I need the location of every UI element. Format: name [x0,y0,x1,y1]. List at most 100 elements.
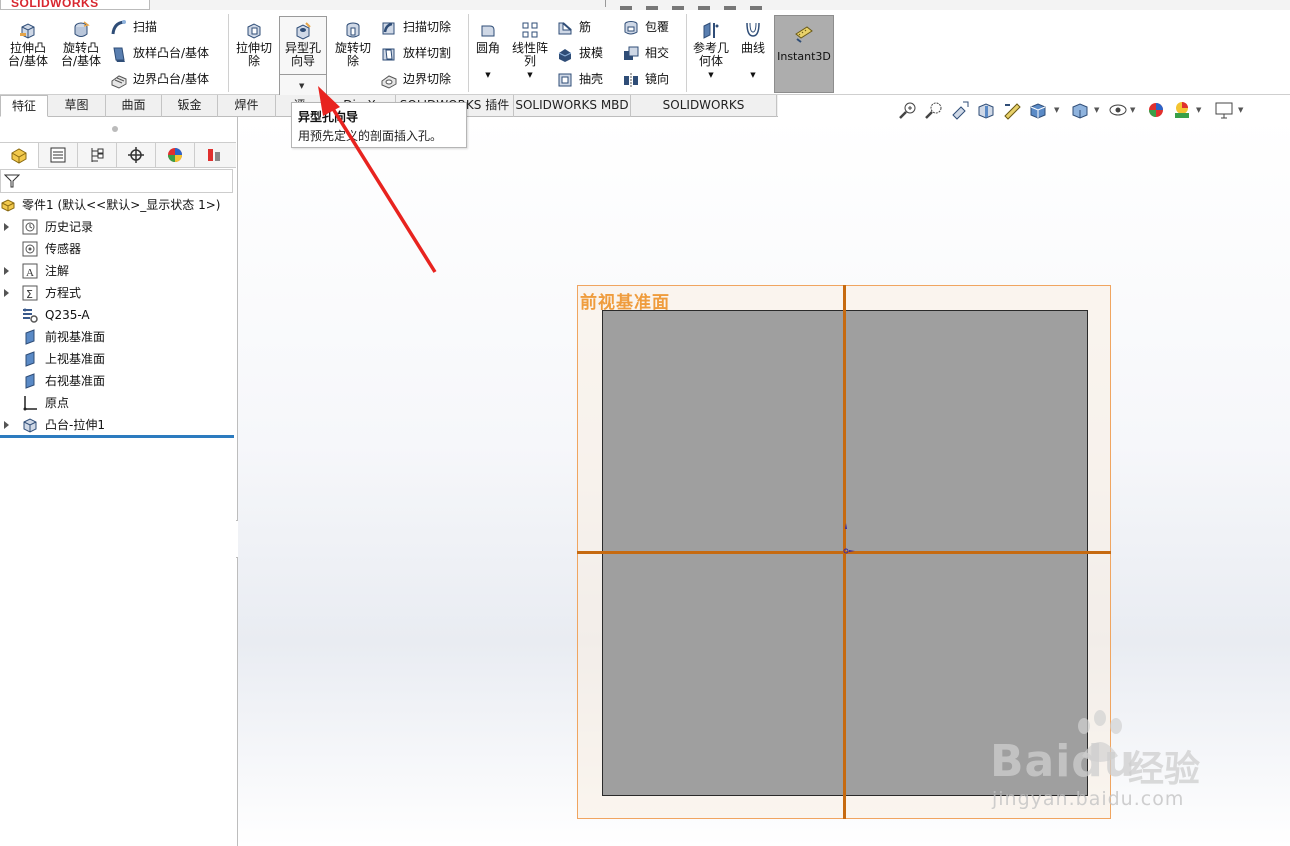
plane-icon [25,373,35,389]
lofted-cut-button[interactable]: 放样切割 [380,42,451,64]
previous-view-icon[interactable] [950,100,970,120]
tree-item-top-plane[interactable]: 上视基准面 [0,348,236,370]
wrap-icon [624,20,638,34]
wrap-button[interactable]: 包覆 [622,16,669,38]
tree-item-material[interactable]: Q235-A [0,304,236,326]
dynamic-annotation-icon[interactable] [1002,100,1022,120]
logo-text: SOLIDWORKS [11,0,99,10]
mirror-button[interactable]: 镜向 [622,68,669,90]
tree-item-label: 前视基准面 [45,330,106,344]
rib-button[interactable]: 筋 [556,16,591,38]
tree-item-right-plane[interactable]: 右视基准面 [0,370,236,392]
chevron-down-icon: ▼ [750,71,756,79]
tree-item-history[interactable]: 历史记录 [0,216,236,238]
feature-tree-tab[interactable] [0,143,39,168]
chevron-down-icon: ▼ [708,71,714,79]
dimxpert-manager-tab[interactable] [117,143,156,168]
revolve-cut-icon [346,22,360,38]
tree-part-root[interactable]: 零件1 (默认<<默认>_显示状态 1>) [0,194,236,216]
loft-boss-button[interactable]: 放样凸台/基体 [110,42,209,64]
sweep-button[interactable]: 扫描 [110,16,157,38]
curves-button[interactable]: 曲线 ▼ [736,16,770,82]
extrude-boss-button[interactable]: 拉伸凸 台/基体 [4,16,52,68]
tab-surfaces[interactable]: 曲面 [106,95,162,117]
chevron-down-icon[interactable]: ▼ [1130,106,1135,114]
hole-wizard-dropdown[interactable]: ▼ [279,74,327,96]
ribbon-separator [468,14,469,92]
chevron-down-icon[interactable]: ▼ [1094,106,1099,114]
rollback-bar[interactable] [0,435,234,438]
feature-tree-filter[interactable] [0,169,233,193]
panel-grip[interactable] [112,126,118,132]
revolve-boss-button[interactable]: 旋转凸 台/基体 [56,16,106,68]
apply-scene-icon[interactable] [1172,100,1192,120]
extrude-cut-icon [247,23,261,39]
extrude-feature-icon [23,418,37,433]
view-settings-icon[interactable] [1214,100,1234,120]
tree-item-sensors[interactable]: 传感器 [0,238,236,260]
expand-arrow-icon[interactable] [4,223,9,231]
draft-button[interactable]: 拔模 [556,42,603,64]
revolve-cut-button[interactable]: 旋转切 除 [330,16,376,68]
tree-item-origin[interactable]: 原点 [0,392,236,414]
property-manager-tab[interactable] [39,143,78,168]
display-style-icon[interactable] [1070,100,1090,120]
configuration-manager-tab[interactable] [78,143,117,168]
expand-arrow-icon[interactable] [4,267,9,275]
cam-manager-tab[interactable] [195,143,235,168]
edit-appearance-icon[interactable] [1146,100,1166,120]
plane-icon [25,329,35,345]
tree-item-label: 历史记录 [45,220,94,234]
instant3d-toggle[interactable]: Instant3D [774,15,834,93]
intersect-button[interactable]: 相交 [622,42,669,64]
boundary-cut-button[interactable]: 边界切除 [380,68,451,90]
expand-arrow-icon[interactable] [4,421,9,429]
origin-triad-icon [843,523,855,554]
origin-icon [23,396,37,411]
tree-item-label: 原点 [45,396,70,410]
swept-cut-button[interactable]: 扫描切除 [380,16,451,38]
app-logo[interactable]: SOLIDWORKS [0,0,150,10]
ribbon-separator [228,14,229,92]
rib-icon [558,21,572,34]
quick-access-toolbar[interactable] [605,0,925,11]
shell-button[interactable]: 抽壳 [556,68,603,90]
zoom-to-fit-icon[interactable] [898,100,918,120]
tab-solidworks-mbd[interactable]: SOLIDWORKS MBD [514,95,631,117]
swept-cut-icon [382,22,395,34]
tree-item-label: Q235-A [45,308,90,322]
tab-solidworks-inspection[interactable]: SOLIDWORKS Inspection [631,95,777,133]
zoom-to-area-icon[interactable] [924,100,944,120]
tree-item-front-plane[interactable]: 前视基准面 [0,326,236,348]
view-orientation-icon[interactable] [1028,100,1048,120]
extrude-cut-button[interactable]: 拉伸切 除 [232,16,276,68]
intersect-icon [624,46,639,60]
history-icon [22,219,38,235]
boundary-boss-button[interactable]: 边界凸台/基体 [110,68,209,90]
tab-features[interactable]: 特征 [0,95,48,117]
shell-label: 抽壳 [579,72,604,86]
revolve-boss-icon [74,21,90,37]
reference-geometry-icon [703,22,719,39]
tree-item-annotations[interactable]: A 注解 [0,260,236,282]
boundary-boss-icon [111,74,127,89]
tree-item-boss-extrude1[interactable]: 凸台-拉伸1 [0,414,236,436]
reference-geometry-button[interactable]: 参考几 何体 ▼ [690,16,732,82]
fillet-button[interactable]: 圆角 ▼ [472,16,504,82]
hide-show-items-icon[interactable] [1108,100,1128,120]
chevron-down-icon[interactable]: ▼ [1238,106,1243,114]
tab-weldments[interactable]: 焊件 [218,95,276,117]
chevron-down-icon[interactable]: ▼ [1054,106,1059,114]
title-strip: SOLIDWORKS [0,0,1290,11]
part-icon [11,148,27,164]
material-icon [23,308,38,323]
tab-sketch[interactable]: 草图 [48,95,106,117]
chevron-down-icon[interactable]: ▼ [1196,106,1201,114]
linear-pattern-button[interactable]: 线性阵 列 ▼ [508,16,552,82]
expand-arrow-icon[interactable] [4,289,9,297]
section-view-icon[interactable] [976,100,996,120]
boundary-cut-label: 边界切除 [403,72,452,86]
display-manager-tab[interactable] [156,143,195,168]
tree-item-equations[interactable]: Σ 方程式 [0,282,236,304]
tab-sheet-metal[interactable]: 钣金 [162,95,218,117]
